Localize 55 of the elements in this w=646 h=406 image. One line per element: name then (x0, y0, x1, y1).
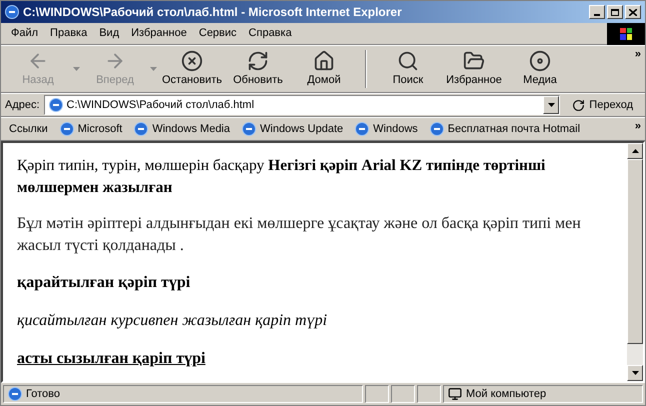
toolbar-button[interactable]: Избранное (441, 50, 507, 88)
menu-item[interactable]: Правка (44, 25, 94, 42)
disc-icon (529, 50, 551, 72)
close-button[interactable] (625, 5, 641, 19)
link-item[interactable]: Microsoft (60, 120, 122, 138)
paragraph: қисайтылған курсивпен жазылған қаріп түрі (17, 311, 328, 331)
address-label: Адрес: (5, 98, 40, 113)
computer-icon (448, 387, 462, 401)
windows-logo (607, 22, 645, 44)
status-pane (365, 385, 389, 403)
go-button[interactable]: Переход (564, 96, 641, 114)
scroll-up-button[interactable] (627, 143, 643, 159)
paragraph: Қәріп типін, турін, мөлшерін басқару Негізгі қәріп Arial KZ типінде төртінші мөлшермен жазылған (17, 156, 546, 198)
paragraph: асты сызылған қаріп түрі (17, 349, 206, 369)
minimize-button[interactable] (589, 5, 605, 19)
toolbar-more[interactable]: » (634, 46, 641, 62)
down-arrow-icon (632, 371, 638, 375)
status-pane (417, 385, 441, 403)
toolbar-button[interactable]: Поиск (375, 50, 441, 88)
paragraph: қарайтылған қәріп түрі (17, 273, 192, 293)
links-more[interactable]: » (634, 118, 641, 134)
caret-icon (548, 103, 555, 107)
link-item[interactable]: Windows (355, 120, 418, 138)
paragraph: Бұл мәтін әріптері алдынғыдан екі мөлшерге ұсақтау және ол басқа қәріп типі мен жасыл түсті қолданады . (17, 214, 582, 256)
toolbar-button[interactable]: Медиа (507, 50, 573, 88)
toolbar-button[interactable]: Обновить (225, 50, 291, 88)
status-zone: Мой компьютер (443, 385, 643, 403)
menu-item[interactable]: Избранное (125, 25, 193, 42)
toolbar-button[interactable]: Домой (291, 50, 357, 88)
home-icon (313, 50, 335, 72)
go-arrow-icon (572, 98, 586, 112)
up-arrow-icon (632, 149, 638, 153)
refresh-icon (247, 50, 269, 72)
menu-item[interactable]: Сервис (192, 25, 243, 42)
link-item[interactable]: Windows Media (134, 120, 230, 138)
dropdown-button[interactable] (543, 96, 560, 114)
address-text: C:\WINDOWS\Рабочий стол\лаб.html (66, 98, 254, 113)
search-icon (397, 50, 419, 72)
toolbar-button[interactable]: Остановить (159, 50, 225, 88)
maximize-button[interactable] (607, 5, 623, 19)
folder-icon (463, 50, 485, 72)
link-item[interactable]: Windows Update (242, 120, 344, 138)
address-field[interactable]: C:\WINDOWS\Рабочий стол\лаб.html (44, 95, 560, 115)
close-icon (629, 8, 637, 16)
window-title: C:\WINDOWS\Рабочий стол\лаб.html - Microsoft Internet Explorer (23, 4, 402, 21)
status-pane (391, 385, 415, 403)
stop-icon (181, 50, 203, 72)
menu-item[interactable]: Вид (93, 25, 126, 42)
links-label: Ссылки (8, 122, 48, 137)
status-text: Готово (3, 385, 363, 403)
scroll-down-button[interactable] (627, 365, 643, 381)
menu-item[interactable]: Файл (5, 25, 44, 42)
link-item[interactable]: Бесплатная почта Hotmail (430, 120, 580, 138)
scroll-thumb[interactable] (627, 159, 643, 344)
menu-item[interactable]: Справка (242, 25, 298, 42)
